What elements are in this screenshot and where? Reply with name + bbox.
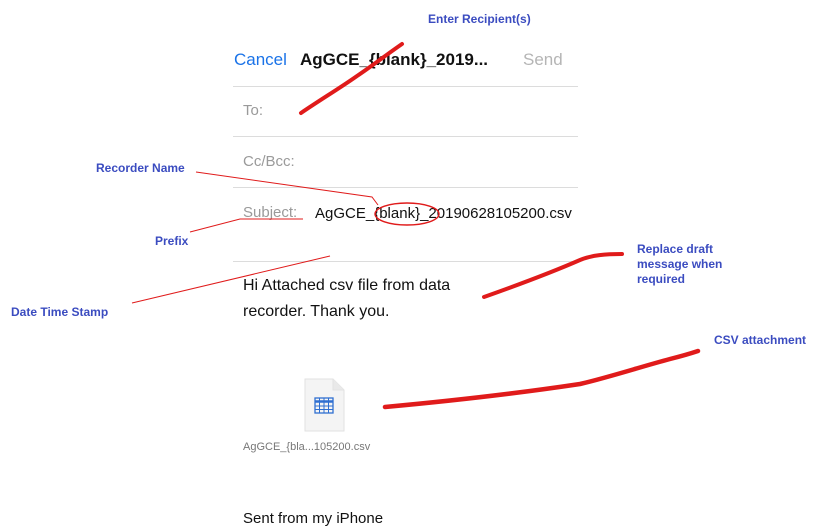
recipient-arrow-stroke [299, 42, 404, 115]
annotation-csv-attachment: CSV attachment [714, 333, 807, 347]
annotation-enter-recipients: Enter Recipient(s) [428, 12, 531, 26]
annotation-date-time-stamp: Date Time Stamp [11, 305, 109, 319]
annotation-replace-draft: Replace draft message when required [637, 242, 723, 286]
annotation-prefix: Prefix [155, 234, 189, 248]
csv-attachment-stroke [382, 348, 701, 410]
annotation-recorder-name: Recorder Name [96, 161, 185, 175]
blank-circle [374, 202, 440, 226]
prefix-line [189, 218, 303, 233]
replace-draft-stroke [482, 252, 624, 299]
date-time-line [131, 255, 331, 304]
recorder-name-line [195, 171, 379, 206]
